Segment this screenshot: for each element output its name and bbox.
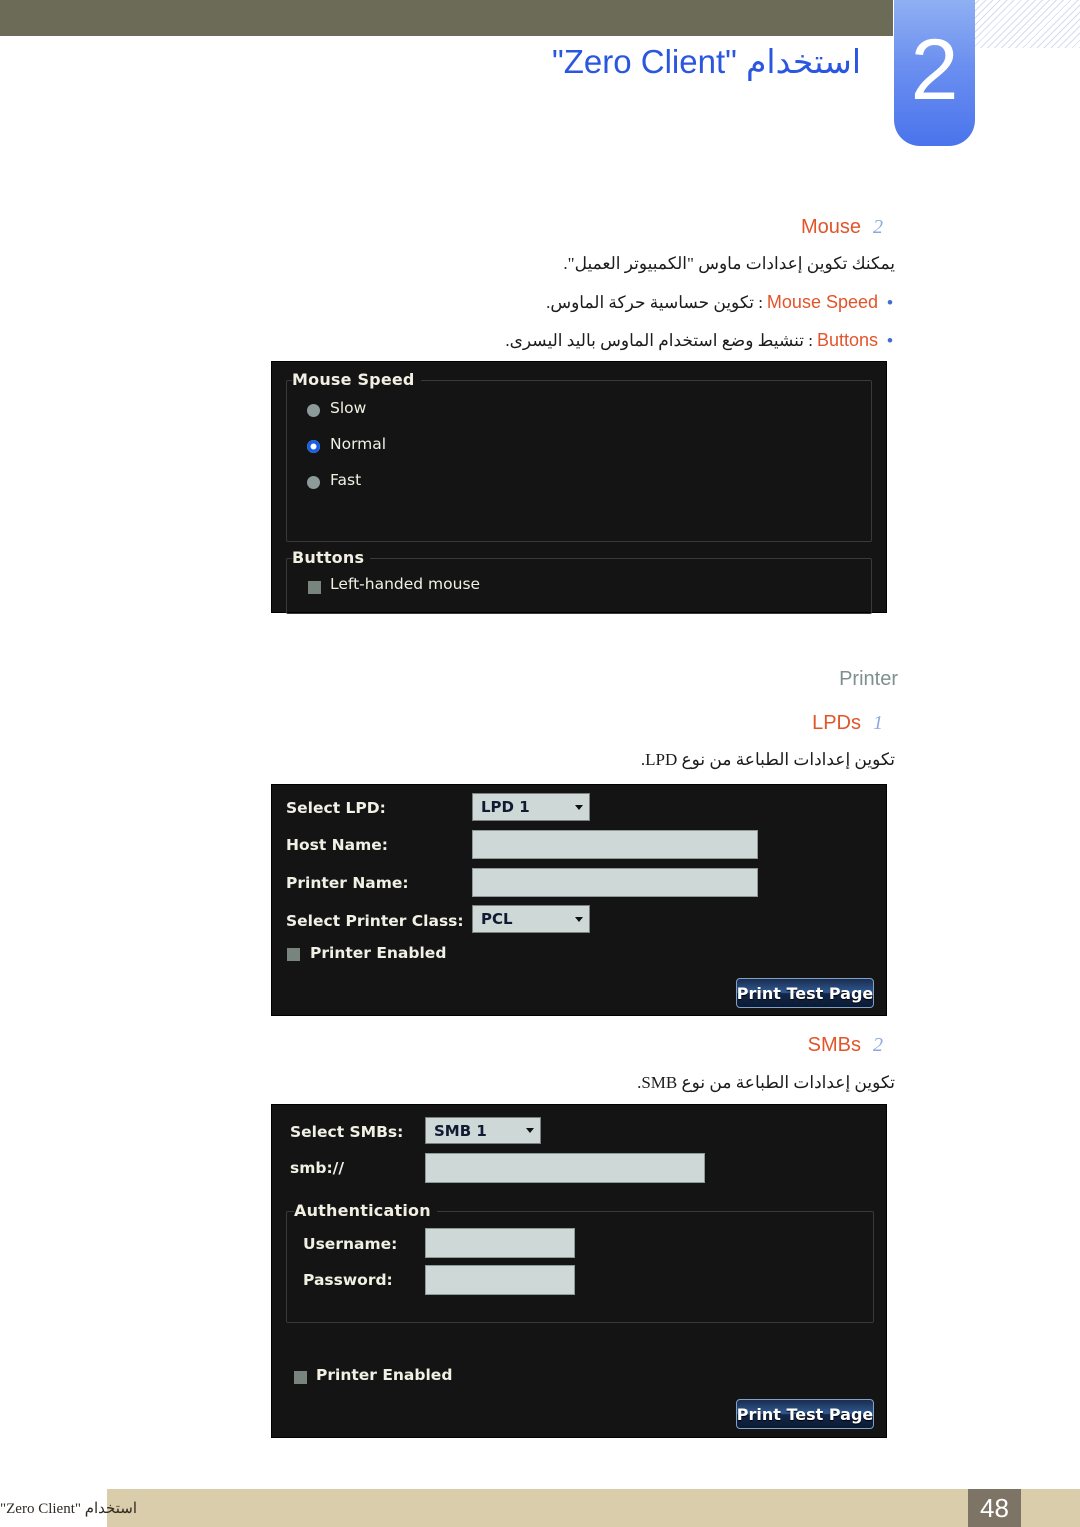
authentication-group-box (286, 1211, 874, 1323)
checkbox-printer-enabled-lpd[interactable] (287, 948, 300, 961)
mouse-bullet-buttons: • Buttons : تنشيط وضع استخدام الماوس بال… (505, 330, 898, 351)
bullet-icon: • (887, 331, 893, 350)
mouse-intro-text: يمكنك تكوين إعدادات ماوس "الكمبيوتر العم… (563, 254, 895, 273)
select-printer-class-label: Select Printer Class: (286, 912, 464, 930)
step-mouse-label: Mouse (800, 216, 861, 238)
radio-normal[interactable] (307, 440, 320, 453)
checkbox-left-handed-mouse-label: Left-handed mouse (330, 575, 481, 593)
radio-fast[interactable] (307, 476, 320, 489)
mouse-bullet-buttons-text: : تنشيط وضع استخدام الماوس باليد اليسرى. (505, 330, 813, 350)
mouse-bullet-speed: • Mouse Speed : تكوين حساسية حركة الماوس… (546, 292, 898, 313)
radio-fast-label: Fast (330, 471, 362, 489)
select-lpd-value: LPD 1 (481, 798, 530, 816)
bullet-icon: • (887, 293, 893, 312)
mouse-bullet-buttons-term: Buttons (816, 330, 878, 350)
mouse-speed-group-title: Mouse Speed (292, 370, 421, 389)
step-mouse-number: 2 (873, 216, 883, 238)
lpd-settings-screenshot: Select LPD: LPD 1 Host Name: Printer Nam… (272, 785, 886, 1015)
checkbox-left-handed-mouse[interactable] (308, 581, 321, 594)
checkbox-printer-enabled-smb[interactable] (294, 1371, 307, 1384)
password-input[interactable] (425, 1265, 575, 1295)
radio-normal-label: Normal (330, 435, 387, 453)
step-smbs-number: 2 (873, 1034, 883, 1056)
radio-slow[interactable] (307, 404, 320, 417)
host-name-label: Host Name: (286, 836, 388, 854)
chevron-down-icon (575, 804, 583, 810)
host-name-input[interactable] (472, 830, 758, 859)
step-lpds: 1 LPDs (812, 712, 895, 735)
step-smbs: 2 SMBs (808, 1034, 895, 1057)
smb-url-label: smb:// (290, 1159, 344, 1177)
smb-settings-screenshot: Select SMBs: SMB 1 smb:// Authentication… (272, 1105, 886, 1437)
step-smbs-label: SMBs (807, 1034, 861, 1056)
authentication-group-title: Authentication (294, 1201, 437, 1220)
print-test-page-button-lpd[interactable]: Print Test Page (736, 978, 874, 1008)
lpds-intro-text: تكوين إعدادات الطباعة من نوع LPD. (640, 750, 895, 769)
select-printer-class-value: PCL (481, 910, 513, 928)
page-content: 2 Mouse يمكنك تكوين إعدادات ماوس "الكمبي… (0, 0, 1080, 1470)
step-lpds-label: LPDs (812, 712, 861, 734)
print-test-page-button-smb[interactable]: Print Test Page (736, 1399, 874, 1429)
password-label: Password: (303, 1271, 393, 1289)
smbs-intro-text: تكوين إعدادات الطباعة من نوع SMB. (637, 1073, 895, 1092)
radio-slow-label: Slow (330, 399, 367, 417)
printer-name-input[interactable] (472, 868, 758, 897)
select-printer-class-dropdown[interactable]: PCL (472, 905, 590, 933)
chevron-down-icon (575, 916, 583, 922)
mouse-speed-group-box (286, 380, 872, 542)
footer-page-number: 48 (968, 1489, 1021, 1527)
select-lpd-dropdown[interactable]: LPD 1 (472, 793, 590, 821)
mouse-bullet-speed-text: : تكوين حساسية حركة الماوس. (546, 292, 763, 312)
checkbox-printer-enabled-lpd-label: Printer Enabled (310, 944, 447, 962)
step-lpds-number: 1 (873, 712, 883, 734)
chevron-down-icon (526, 1128, 534, 1133)
username-input[interactable] (425, 1228, 575, 1258)
buttons-group-title: Buttons (292, 548, 371, 567)
select-smbs-label: Select SMBs: (290, 1123, 404, 1141)
select-smbs-value: SMB 1 (434, 1121, 487, 1140)
printer-name-label: Printer Name: (286, 874, 409, 892)
select-lpd-label: Select LPD: (286, 799, 386, 817)
select-smbs-dropdown[interactable]: SMB 1 (425, 1117, 541, 1144)
printer-section-heading: Printer (839, 668, 898, 690)
checkbox-printer-enabled-smb-label: Printer Enabled (316, 1366, 453, 1384)
step-mouse: 2 Mouse (801, 216, 895, 239)
footer-title: استخدام "Zero Client" (0, 1500, 138, 1517)
smb-url-input[interactable] (425, 1153, 705, 1183)
username-label: Username: (303, 1235, 398, 1253)
mouse-settings-screenshot: Mouse Speed Slow Normal Fast Buttons Lef… (272, 362, 886, 614)
mouse-bullet-speed-term: Mouse Speed (766, 292, 878, 312)
